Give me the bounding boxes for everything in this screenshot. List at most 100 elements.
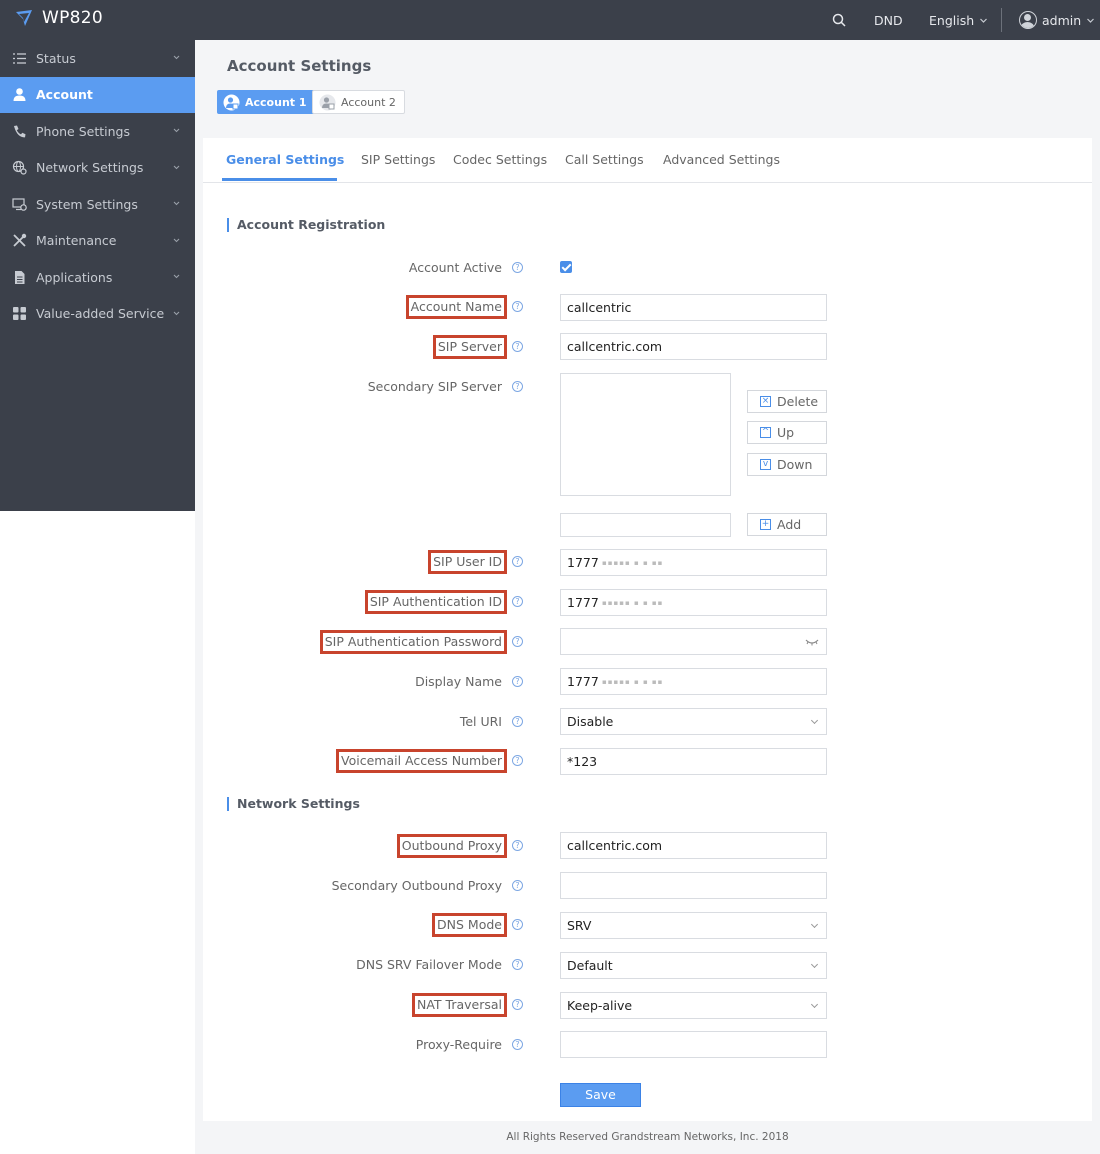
monitor-gear-icon: [11, 196, 28, 213]
sidebar-item-label: Maintenance: [36, 233, 117, 249]
delete-button[interactable]: × Delete: [747, 390, 827, 413]
user-icon: [11, 86, 28, 103]
list-icon: [11, 50, 28, 67]
logo[interactable]: WP820: [14, 8, 103, 28]
save-button[interactable]: Save: [560, 1083, 641, 1107]
section-account-registration: Account Registration: [227, 218, 385, 232]
tab-advanced-settings[interactable]: Advanced Settings: [663, 152, 780, 167]
sip-user-id-input[interactable]: 1777 ▪▪▪▪▪ ▪ ▪ ▪▪: [560, 549, 827, 576]
sip-authentication-password-input[interactable]: [560, 628, 827, 655]
help-icon[interactable]: ?: [512, 341, 523, 352]
tab-codec-settings[interactable]: Codec Settings: [453, 152, 547, 167]
help-icon[interactable]: ?: [512, 840, 523, 851]
account-active-checkbox[interactable]: [560, 261, 572, 273]
secondary-sip-server-label: Secondary SIP Server: [367, 379, 502, 394]
help-icon[interactable]: ?: [512, 919, 523, 930]
help-icon[interactable]: ?: [512, 381, 523, 392]
secondary-sip-server-list[interactable]: [560, 373, 731, 496]
dns-srv-failover-mode-select[interactable]: Default: [560, 952, 827, 979]
settings-card: General Settings SIP Settings Codec Sett…: [203, 138, 1092, 1121]
sidebar-item-maintenance[interactable]: Maintenance: [0, 223, 195, 260]
help-icon[interactable]: ?: [512, 636, 523, 647]
help-icon[interactable]: ?: [512, 880, 523, 891]
search-button[interactable]: [832, 0, 846, 40]
help-icon[interactable]: ?: [512, 676, 523, 687]
sidebar-item-label: System Settings: [36, 196, 138, 212]
tab-call-settings[interactable]: Call Settings: [565, 152, 644, 167]
account-user-icon: [223, 94, 240, 110]
help-icon[interactable]: ?: [512, 262, 523, 273]
language-select[interactable]: English: [929, 0, 988, 40]
button-label: Add: [777, 517, 802, 532]
sidebar-item-label: Account: [36, 87, 93, 103]
voicemail-access-number-input[interactable]: *123: [560, 748, 827, 775]
up-icon: ^: [760, 427, 771, 438]
tel-uri-select[interactable]: Disable: [560, 708, 827, 735]
tel-uri-label: Tel URI: [459, 714, 502, 729]
account-name-input[interactable]: callcentric: [560, 294, 827, 321]
help-icon[interactable]: ?: [512, 556, 523, 567]
delete-icon: ×: [760, 396, 771, 407]
field-value: 1777: [567, 674, 599, 689]
up-button[interactable]: ^ Up: [747, 421, 827, 444]
tab-account-1[interactable]: Account 1: [217, 90, 315, 114]
sip-user-id-label: SIP User ID: [428, 550, 507, 574]
user-menu[interactable]: admin: [1019, 0, 1095, 40]
tab-account-2[interactable]: Account 2: [312, 90, 405, 114]
eye-closed-icon[interactable]: [805, 637, 819, 647]
chevron-down-icon: [173, 274, 180, 279]
sidebar-item-value-added-service[interactable]: Value-added Service: [0, 296, 195, 333]
sidebar-item-network-settings[interactable]: Network Settings: [0, 150, 195, 187]
down-icon: v: [760, 459, 771, 470]
redacted-mark: ▪▪▪▪▪ ▪ ▪ ▪▪: [598, 559, 664, 567]
dnd-button[interactable]: DND: [874, 0, 903, 40]
sip-authentication-id-input[interactable]: 1777 ▪▪▪▪▪ ▪ ▪ ▪▪: [560, 589, 827, 616]
proxy-require-input[interactable]: [560, 1031, 827, 1058]
display-name-input[interactable]: 1777 ▪▪▪▪▪ ▪ ▪ ▪▪: [560, 668, 827, 695]
network-icon: [11, 159, 28, 176]
outbound-proxy-input[interactable]: callcentric.com: [560, 832, 827, 859]
sip-authentication-password-label: SIP Authentication Password: [319, 630, 508, 654]
help-icon[interactable]: ?: [512, 999, 523, 1010]
secondary-outbound-proxy-input[interactable]: [560, 872, 827, 899]
tab-general-settings[interactable]: General Settings: [226, 152, 344, 167]
sip-server-input[interactable]: callcentric.com: [560, 333, 827, 360]
add-button[interactable]: + Add: [747, 513, 827, 536]
dns-mode-select[interactable]: SRV: [560, 912, 827, 939]
nat-traversal-select[interactable]: Keep-alive: [560, 992, 827, 1019]
grandstream-logo-icon: [16, 10, 32, 26]
field-value: 1777: [567, 595, 599, 610]
tab-sip-settings[interactable]: SIP Settings: [361, 152, 435, 167]
help-icon[interactable]: ?: [512, 1039, 523, 1050]
down-button[interactable]: v Down: [747, 453, 827, 476]
search-icon: [832, 13, 846, 27]
language-label: English: [929, 12, 975, 28]
main-content: Account Settings Account 1 Account 2 Gen…: [195, 40, 1100, 1154]
grid-icon: [11, 305, 28, 322]
chevron-down-icon: [173, 238, 180, 242]
sidebar-item-label: Applications: [36, 269, 113, 285]
sidebar-item-label: Network Settings: [36, 160, 144, 176]
chevron-down-icon: [173, 201, 180, 206]
sip-server-label: SIP Server: [432, 335, 508, 359]
chevron-down-icon: [980, 18, 988, 23]
sidebar-item-status[interactable]: Status: [0, 40, 195, 77]
account-active-label: Account Active: [408, 260, 502, 275]
sidebar-item-applications[interactable]: Applications: [0, 259, 195, 296]
active-tab-indicator: [222, 178, 337, 181]
sidebar: Status Account Phone Settings Network Se…: [0, 40, 195, 511]
sidebar-item-label: Status: [36, 50, 76, 66]
help-icon[interactable]: ?: [512, 959, 523, 970]
chevron-down-icon: [173, 128, 180, 133]
sidebar-item-phone-settings[interactable]: Phone Settings: [0, 113, 195, 150]
help-icon[interactable]: ?: [512, 716, 523, 727]
help-icon[interactable]: ?: [512, 301, 523, 312]
sidebar-item-account[interactable]: Account: [0, 76, 195, 113]
button-label: Down: [777, 457, 813, 472]
chevron-down-icon: [173, 165, 180, 169]
sidebar-item-system-settings[interactable]: System Settings: [0, 186, 195, 223]
phone-icon: [11, 123, 28, 140]
help-icon[interactable]: ?: [512, 755, 523, 766]
help-icon[interactable]: ?: [512, 596, 523, 607]
secondary-sip-server-input[interactable]: [560, 513, 731, 537]
